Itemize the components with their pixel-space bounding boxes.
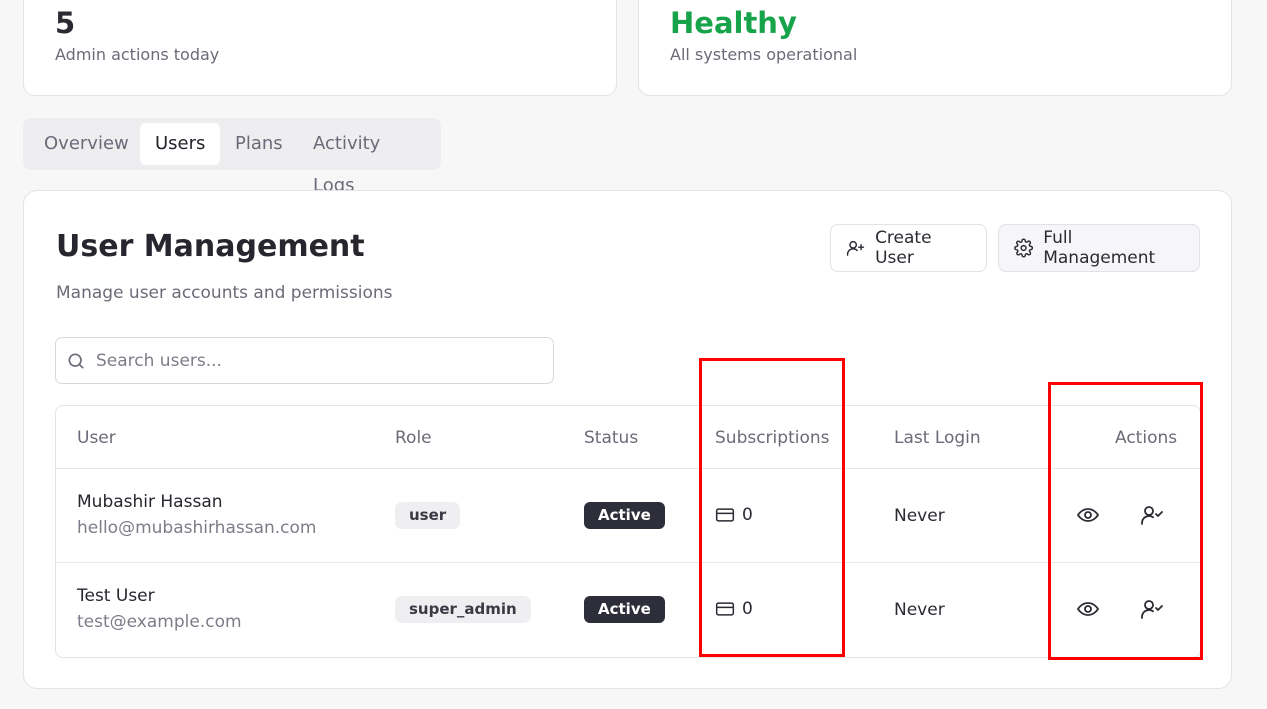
tab-plans[interactable]: Plans — [220, 123, 298, 165]
column-header-subscriptions: Subscriptions — [715, 428, 830, 448]
user-check-icon[interactable] — [1140, 597, 1164, 621]
system-health-label: All systems operational — [670, 45, 858, 64]
last-login: Never — [894, 506, 945, 526]
admin-actions-value: 5 — [55, 6, 76, 40]
user-email: hello@mubashirhassan.com — [77, 518, 317, 538]
user-name: Test User — [77, 586, 155, 606]
credit-card-icon — [715, 602, 735, 616]
gear-icon — [1014, 238, 1034, 258]
admin-tabs: Overview Users Plans Activity Logs — [23, 118, 441, 196]
column-header-actions: Actions — [1115, 428, 1178, 448]
search-box — [55, 337, 554, 384]
search-icon — [68, 353, 84, 368]
search-input[interactable] — [96, 350, 526, 371]
subscriptions-count: 0 — [742, 599, 753, 619]
subscriptions-cell: 0 — [715, 505, 753, 525]
users-table: User Role Status Subscriptions Last Logi… — [55, 405, 1201, 658]
full-management-button[interactable]: Full Management — [998, 224, 1200, 272]
user-plus-icon — [846, 240, 865, 256]
column-header-user: User — [77, 428, 116, 448]
create-user-label: Create User — [875, 228, 932, 268]
column-header-status: Status — [584, 428, 639, 448]
admin-actions-label: Admin actions today — [55, 45, 220, 64]
column-header-role: Role — [395, 428, 432, 448]
eye-icon[interactable] — [1076, 503, 1100, 527]
user-management-card: User Management Manage user accounts and… — [23, 190, 1232, 689]
system-health-value: Healthy — [670, 6, 797, 40]
credit-card-icon — [715, 508, 735, 522]
status-badge: Active — [584, 502, 665, 529]
tab-users[interactable]: Users — [140, 123, 221, 165]
eye-icon[interactable] — [1076, 597, 1100, 621]
page-subtitle: Manage user accounts and permissions — [56, 283, 393, 303]
stat-card-system-health: Healthy All systems operational — [638, 0, 1232, 96]
tab-activity-logs[interactable]: Activity Logs — [298, 123, 441, 196]
role-badge: user — [395, 502, 461, 529]
user-name: Mubashir Hassan — [77, 492, 223, 512]
last-login: Never — [894, 600, 945, 620]
user-email: test@example.com — [77, 612, 242, 632]
user-check-icon[interactable] — [1140, 503, 1164, 527]
column-header-last-login: Last Login — [894, 428, 981, 448]
page-title: User Management — [56, 229, 365, 264]
table-row: Mubashir Hassan hello@mubashirhassan.com… — [56, 468, 1200, 562]
subscriptions-count: 0 — [742, 505, 753, 525]
role-badge: super_admin — [395, 596, 531, 623]
status-badge: Active — [584, 596, 665, 623]
stat-card-admin-actions: 5 Admin actions today — [23, 0, 617, 96]
subscriptions-cell: 0 — [715, 599, 753, 619]
tab-overview[interactable]: Overview — [29, 123, 144, 165]
create-user-button[interactable]: Create User — [830, 224, 987, 272]
full-management-label: Full Management — [1043, 228, 1156, 268]
table-row: Test User test@example.com super_admin A… — [56, 562, 1200, 656]
